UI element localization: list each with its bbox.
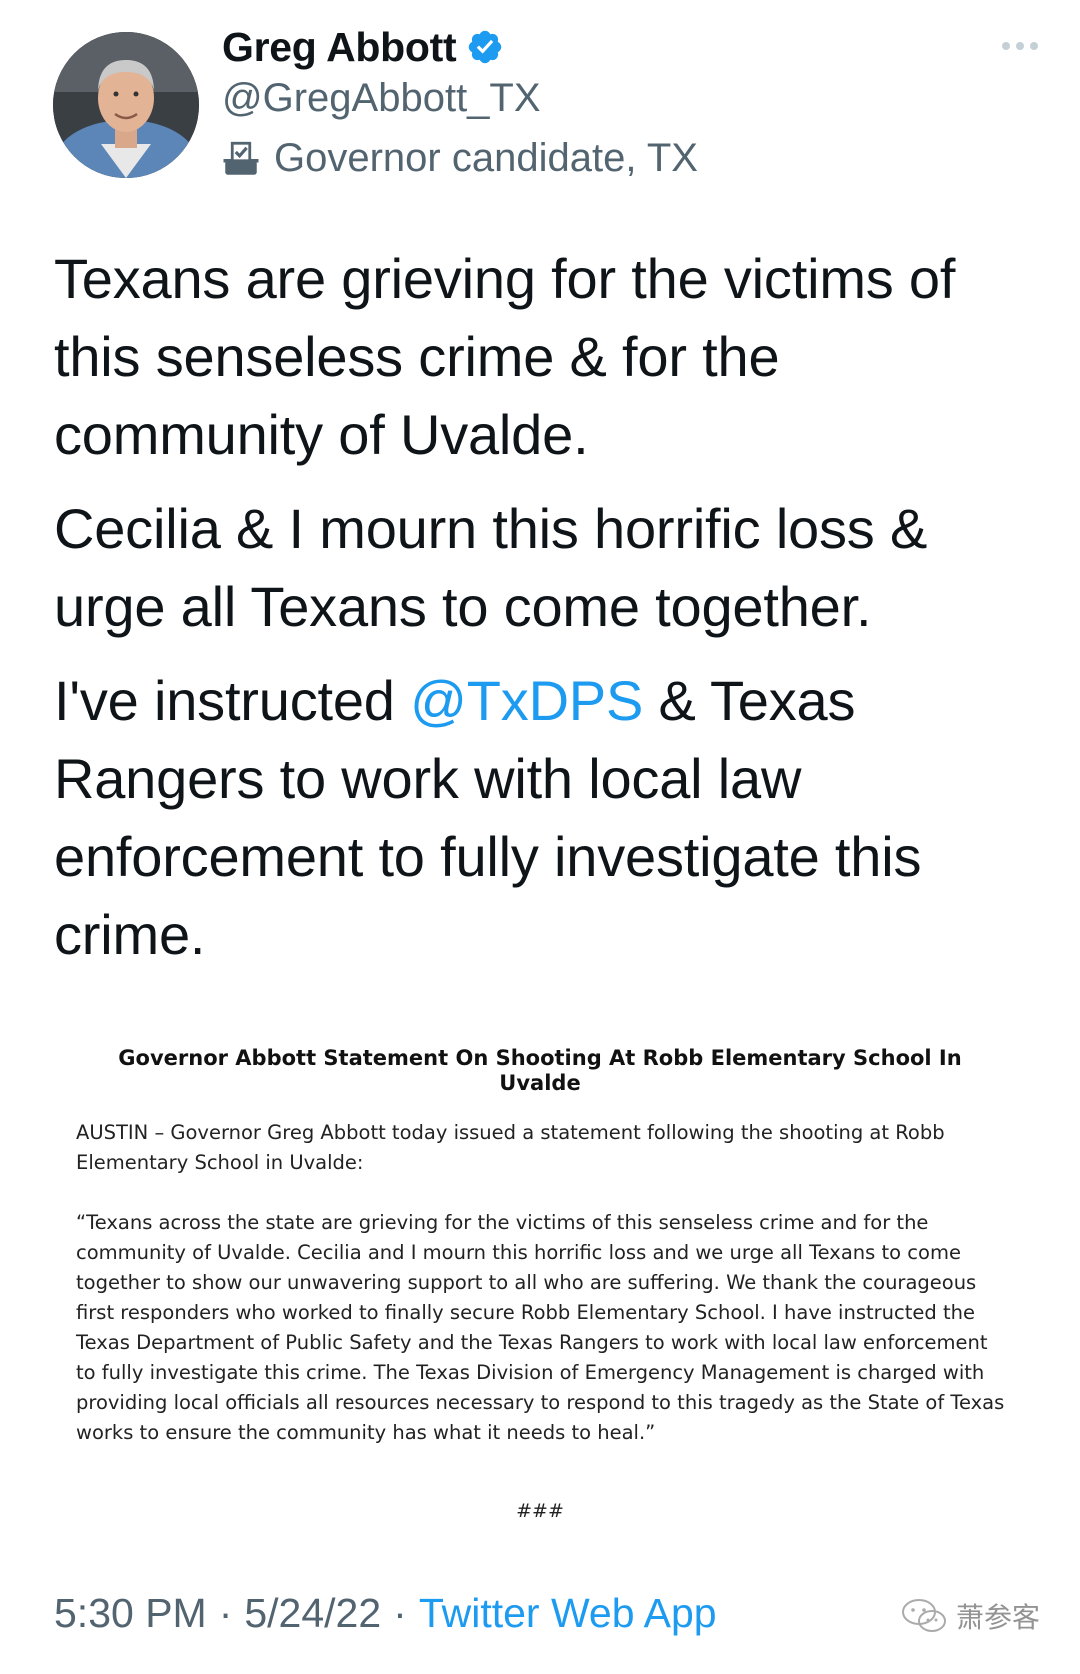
separator: · (393, 1590, 407, 1636)
handle[interactable]: @GregAbbott_TX (222, 76, 541, 121)
attached-statement-image[interactable]: Governor Abbott Statement On Shooting At… (60, 1046, 1020, 1522)
tweet-text-segment: I've instructed (54, 669, 411, 732)
mention-link[interactable]: @TxDPS (410, 669, 643, 732)
tweet-meta: 5:30 PM · 5/24/22 · Twitter Web App (54, 1590, 717, 1637)
display-name[interactable]: Greg Abbott (222, 24, 457, 71)
watermark: 萧参客 (900, 1596, 1040, 1636)
wechat-icon (900, 1596, 950, 1636)
statement-title: Governor Abbott Statement On Shooting At… (118, 1046, 962, 1095)
verified-badge-icon (466, 28, 504, 66)
avatar[interactable] (53, 32, 199, 178)
tweet-time[interactable]: 5:30 PM (54, 1590, 207, 1637)
statement-intro: AUSTIN – Governor Greg Abbott today issu… (76, 1121, 945, 1174)
tweet-text: Texans are grieving for the victims of t… (54, 240, 1044, 990)
statement-end-mark: ### (516, 1500, 564, 1522)
ballot-box-icon (220, 138, 262, 180)
separator: · (218, 1590, 233, 1636)
tweet-paragraph: Texans are grieving for the victims of t… (54, 247, 956, 466)
account-label: Governor candidate, TX (220, 136, 698, 181)
name-row: Greg Abbott (222, 22, 504, 72)
tweet-paragraph: Cecilia & I mourn this horrific loss & u… (54, 497, 928, 638)
tweet-paragraph: I've instructed @TxDPS & Texas Rangers t… (54, 662, 1044, 974)
account-label-text: Governor candidate, TX (274, 136, 698, 180)
statement-quote: “Texans across the state are grieving fo… (76, 1211, 1005, 1444)
tweet-header: Greg Abbott @GregAbbott_TX Governor cand… (0, 0, 1080, 190)
source-link[interactable]: Twitter Web App (419, 1590, 717, 1637)
more-options-icon[interactable] (1000, 36, 1040, 56)
tweet-date[interactable]: 5/24/22 (244, 1590, 381, 1637)
watermark-text: 萧参客 (956, 1601, 1041, 1634)
